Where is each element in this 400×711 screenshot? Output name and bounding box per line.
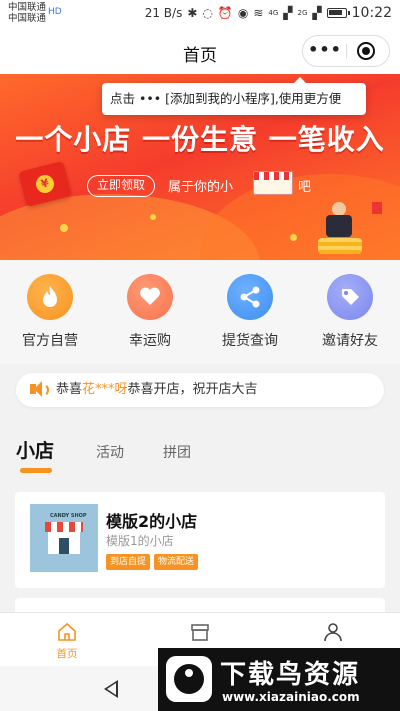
back-icon[interactable] (104, 680, 118, 698)
close-miniprogram-icon[interactable] (357, 42, 375, 60)
shop-thumbnail: CANDY SHOP (30, 504, 98, 572)
active-tab-indicator (20, 468, 52, 473)
businessman-illustration (310, 202, 370, 256)
menu-item-lucky[interactable]: 幸运购 (100, 274, 200, 350)
tag-icon (327, 274, 373, 320)
shop-icon (253, 171, 293, 195)
signal-icon-2: ▞ (312, 6, 322, 20)
claim-button[interactable]: 立即领取 (87, 175, 156, 197)
watermark-logo (166, 656, 212, 702)
menu-item-official[interactable]: 官方自营 (0, 274, 100, 350)
mute-icon: ◌ (202, 6, 213, 20)
signal-icon: ▞ (283, 6, 293, 20)
banner-headline: 一个小店 一份生意 一笔收入 (15, 123, 385, 156)
battery-icon (326, 8, 350, 18)
add-miniprogram-tooltip[interactable]: 点击 ••• [添加到我的小程序],使用更方便 (102, 77, 366, 115)
store-icon (189, 621, 211, 643)
status-icons: 21 B/s ✱ ◌ ⏰ ◉ ≋ 4G ▞ 2G ▞ 10:22 (145, 5, 392, 21)
tag-pickup: 到店自提 (106, 554, 151, 570)
alarm-icon: ⏰ (217, 6, 233, 20)
storefront-icon (45, 522, 83, 554)
hd-icon: HD (48, 7, 62, 17)
shop-name: 模版2的小店 (106, 512, 198, 531)
menu-label: 邀请好友 (322, 333, 378, 349)
tabbar-label: 首页 (56, 648, 78, 660)
carrier-info: 中国联通 中国联通 (8, 2, 46, 24)
notice-username: 花***呀 (82, 382, 128, 397)
user-icon (322, 621, 344, 643)
flag-icon (372, 202, 382, 214)
tab-shop[interactable]: 小店 (16, 436, 54, 463)
category-tabs: 小店 活动 拼团 (0, 430, 400, 480)
status-bar: 中国联通 中国联通 HD 21 B/s ✱ ◌ ⏰ ◉ ≋ 4G ▞ 2G ▞ … (0, 0, 400, 28)
tab-activity[interactable]: 活动 (96, 442, 124, 462)
carrier-1: 中国联通 (8, 2, 47, 13)
menu-label: 提货查询 (222, 333, 278, 349)
menu-label: 幸运购 (129, 333, 171, 349)
watermark: 下载鸟资源 www.xiazainiao.com (158, 648, 400, 711)
network-2g: 2G (297, 9, 308, 17)
share-icon (227, 274, 273, 320)
network-4g: 4G (268, 9, 279, 17)
banner-subtitle: 属于你的小 (168, 180, 234, 195)
flame-icon (27, 274, 73, 320)
coin-decoration (290, 234, 297, 241)
tab-group-buy[interactable]: 拼团 (163, 442, 191, 462)
tag-delivery: 物流配送 (154, 554, 199, 570)
eye-icon: ◉ (237, 6, 249, 20)
heart-icon (127, 274, 173, 320)
speaker-icon (30, 381, 42, 397)
coin-icon: ¥ (34, 173, 56, 195)
more-icon[interactable]: ••• (303, 36, 347, 66)
bluetooth-icon: ✱ (187, 6, 198, 20)
notice-prefix: 恭喜 (56, 382, 83, 397)
coin-decoration (60, 224, 68, 232)
capsule-divider (346, 44, 347, 58)
banner-subtitle-suffix: 吧 (298, 180, 312, 195)
home-icon (56, 621, 78, 643)
speaker-wave-icon (41, 383, 49, 397)
notice-bar[interactable]: 恭喜花***呀恭喜开店，祝开店大吉 (16, 373, 384, 407)
tabbar-home[interactable]: 首页 (0, 613, 134, 667)
wifi-icon: ≋ (253, 6, 264, 20)
menu-item-pickup[interactable]: 提货查询 (200, 274, 300, 350)
shop-sign: CANDY SHOP (50, 513, 87, 519)
carrier-2: 中国联通 (8, 13, 47, 24)
shop-description: 模版1的小店 (106, 534, 174, 548)
menu-item-invite[interactable]: 邀请好友 (300, 274, 400, 350)
menu-label: 官方自营 (22, 333, 78, 349)
notice-text: 恭喜开店，祝开店大吉 (127, 382, 258, 397)
network-speed: 21 B/s (144, 6, 183, 20)
watermark-title: 下载鸟资源 (220, 660, 361, 690)
quick-menu: 官方自营 幸运购 提货查询 邀请好友 (0, 260, 400, 364)
clock: 10:22 (351, 5, 392, 21)
nav-bar: 首页 ••• (0, 28, 400, 74)
miniprogram-capsule: ••• (302, 35, 390, 67)
watermark-url: www.xiazainiao.com (222, 690, 360, 704)
shop-card[interactable]: CANDY SHOP 模版2的小店 模版1的小店 到店自提 物流配送 (15, 492, 385, 588)
coin-decoration (150, 214, 156, 220)
